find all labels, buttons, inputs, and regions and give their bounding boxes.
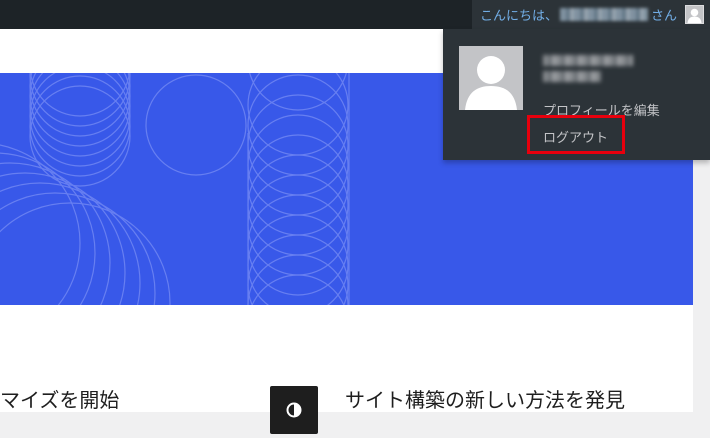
feature-right-title: サイト構築の新しい方法を発見 [345,388,625,412]
display-name-redacted [543,55,633,66]
user-avatar-icon[interactable] [685,5,704,24]
feature-left-title: マイズを開始 [0,388,120,412]
greeting-prefix: こんにちは、 [479,9,558,24]
username-detail-redacted [543,71,601,82]
site-editor-icon [270,386,318,434]
greeting-suffix: さん [650,9,677,24]
logout-highlight-box [527,115,625,154]
username-redacted [559,8,648,21]
profile-avatar-icon[interactable] [459,46,523,110]
account-menu-toggle[interactable]: こんにちは、 さん [471,0,710,29]
